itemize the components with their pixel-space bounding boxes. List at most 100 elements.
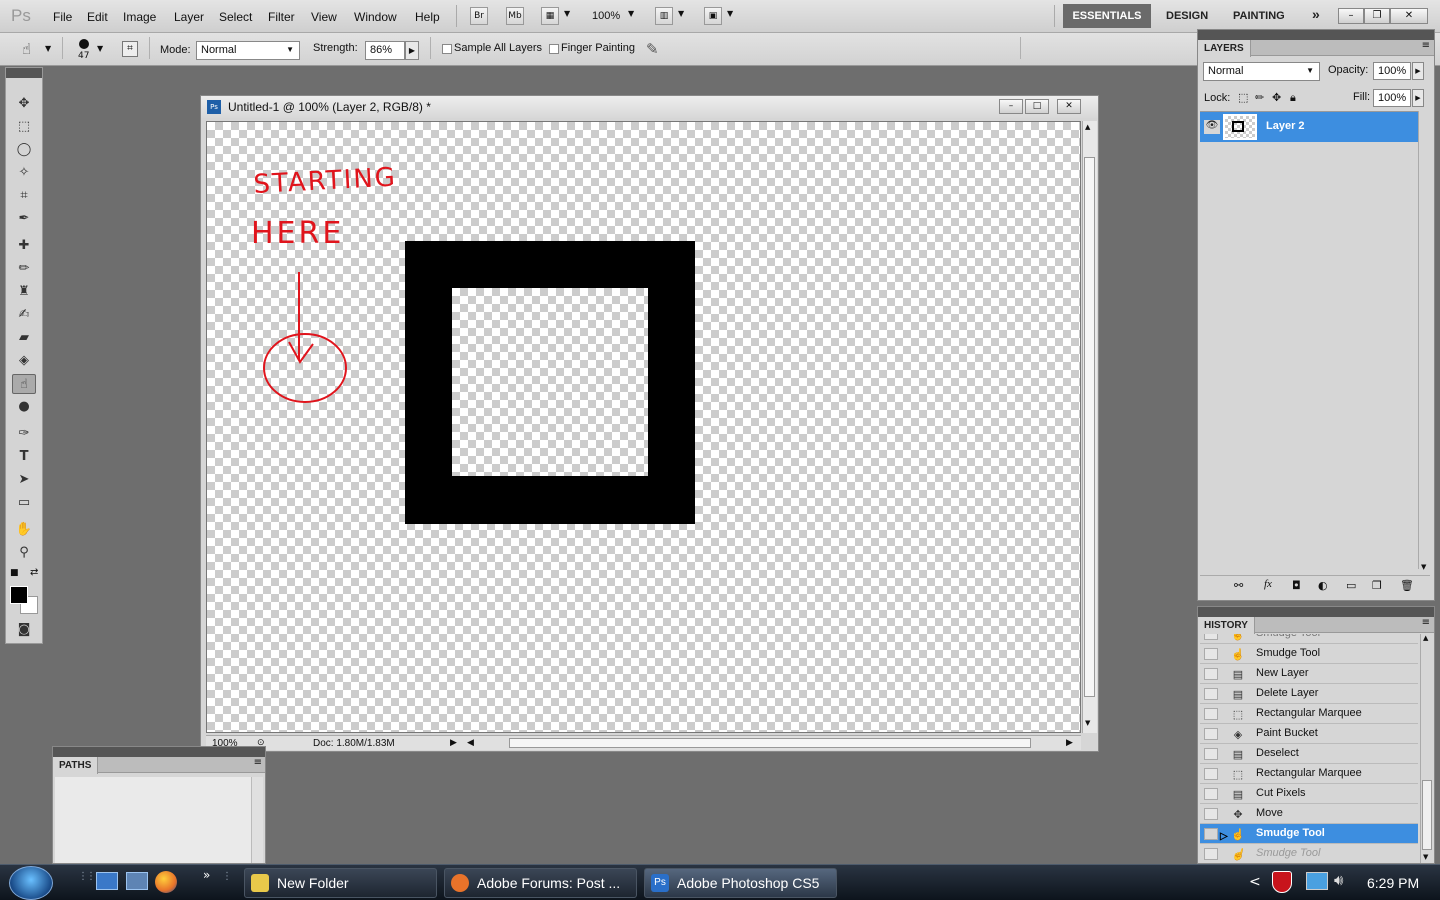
taskbar-item-new-folder[interactable]: New Folder [244, 868, 437, 898]
history-scrollbar[interactable]: ▲ ▼ [1420, 634, 1434, 863]
move-tool-icon[interactable]: ✥ [12, 94, 36, 114]
panel-collapse-bar[interactable] [53, 747, 265, 757]
smudge-tool-preset-icon[interactable]: ☝ [22, 40, 31, 58]
new-layer-icon[interactable]: ❐ [1372, 579, 1382, 592]
antivirus-icon[interactable] [1272, 871, 1292, 893]
firefox-icon[interactable] [155, 871, 177, 893]
opacity-slider-button[interactable]: ▶ [1412, 62, 1424, 80]
paint-bucket-tool-icon[interactable]: ◈ [12, 351, 36, 371]
minimize-button[interactable]: – [1338, 8, 1364, 24]
eye-icon[interactable]: 👁︎ [1204, 120, 1220, 134]
history-item[interactable]: ⬚ Rectangular Marquee [1200, 764, 1418, 784]
status-menu-arrow-icon[interactable]: ▶ [450, 737, 457, 748]
pen-tool-icon[interactable]: ✑ [12, 424, 36, 444]
chevron-down-icon[interactable]: ▼ [45, 44, 51, 53]
foreground-color-swatch[interactable] [10, 586, 28, 604]
history-item[interactable]: ◈ Paint Bucket [1200, 724, 1418, 744]
layer-row[interactable]: 👁︎ Layer 2 [1200, 112, 1418, 142]
scroll-down-icon[interactable]: ▼ [1423, 853, 1428, 861]
workspace-design[interactable]: DESIGN [1166, 10, 1208, 22]
history-brush-tool-icon[interactable]: ✍ [12, 305, 36, 325]
dodge-tool-icon[interactable]: ● [12, 397, 36, 417]
scroll-right-icon[interactable]: ▶ [1066, 737, 1073, 748]
history-snapshot-box[interactable] [1204, 828, 1218, 840]
history-item[interactable]: ▤ Delete Layer [1200, 684, 1418, 704]
tab-layers[interactable]: LAYERS [1198, 40, 1251, 57]
show-desktop-icon[interactable] [96, 872, 118, 890]
history-snapshot-box[interactable] [1204, 728, 1218, 740]
quick-selection-tool-icon[interactable]: ✧ [12, 163, 36, 183]
history-snapshot-box[interactable] [1204, 688, 1218, 700]
taskbar-item-firefox[interactable]: Adobe Forums: Post ... [444, 868, 637, 898]
chevron-down-icon[interactable]: ▼ [727, 9, 733, 18]
history-scroll-thumb[interactable] [1422, 780, 1432, 850]
opacity-input[interactable]: 100% [1373, 62, 1411, 80]
sample-all-layers-checkbox[interactable] [442, 44, 452, 54]
scroll-up-icon[interactable]: ▲ [1085, 123, 1090, 131]
horizontal-scroll-thumb[interactable] [509, 738, 1031, 748]
zoom-level[interactable]: 100% [592, 10, 620, 22]
workspace-painting[interactable]: PAINTING [1233, 10, 1285, 22]
tab-paths[interactable]: PATHS [53, 757, 99, 774]
chevron-down-icon[interactable]: ▼ [628, 9, 634, 18]
switch-windows-icon[interactable] [126, 872, 148, 890]
history-snapshot-box[interactable] [1204, 708, 1218, 720]
layer-name[interactable]: Layer 2 [1266, 120, 1305, 132]
show-hidden-icons-button[interactable]: < [1249, 874, 1261, 890]
strength-input[interactable]: 86% [365, 41, 405, 60]
menu-image[interactable]: Image [123, 10, 156, 24]
history-item[interactable]: ▤ New Layer [1200, 664, 1418, 684]
menu-select[interactable]: Select [219, 10, 252, 24]
panel-collapse-bar[interactable] [6, 68, 42, 78]
lasso-tool-icon[interactable]: ◯ [12, 140, 36, 160]
default-colors-icon[interactable]: ■ [10, 568, 19, 578]
history-item-selected[interactable]: ▷ ☝ Smudge Tool [1200, 824, 1418, 844]
scroll-left-icon[interactable]: ◀ [467, 737, 474, 748]
history-item[interactable]: ☝ Smudge Tool [1200, 644, 1418, 664]
panel-menu-icon[interactable]: ≡ [1422, 40, 1430, 51]
hand-tool-icon[interactable]: ✋ [12, 520, 36, 540]
panel-collapse-bar[interactable] [1198, 607, 1434, 617]
menu-layer[interactable]: Layer [174, 10, 204, 24]
history-snapshot-box[interactable] [1204, 668, 1218, 680]
start-button[interactable] [9, 866, 53, 900]
lock-transparent-icon[interactable]: ⬚ [1238, 91, 1248, 104]
healing-brush-tool-icon[interactable]: ✚ [12, 236, 36, 256]
mini-bridge-button[interactable]: Mb [506, 7, 524, 25]
history-snapshot-box[interactable] [1204, 768, 1218, 780]
canvas[interactable]: STARTING HERE [206, 121, 1081, 733]
network-icon[interactable] [1306, 872, 1328, 890]
history-snapshot-box[interactable] [1204, 748, 1218, 760]
lock-position-icon[interactable]: ✥ [1272, 91, 1281, 104]
arrange-documents-button[interactable]: ▥ [655, 7, 673, 25]
pressure-icon[interactable]: ✎ [646, 40, 659, 58]
chevron-down-icon[interactable]: ▼ [97, 44, 103, 53]
adjustment-layer-icon[interactable]: ◐ [1318, 579, 1328, 592]
marquee-tool-icon[interactable]: ⬚ [12, 117, 36, 137]
history-item[interactable]: ⬚ Rectangular Marquee [1200, 704, 1418, 724]
taskbar-clock[interactable]: 6:29 PM [1367, 875, 1419, 891]
menu-window[interactable]: Window [354, 10, 397, 24]
path-selection-tool-icon[interactable]: ➤ [12, 470, 36, 490]
document-titlebar[interactable]: Ps Untitled-1 @ 100% (Layer 2, RGB/8) * … [201, 96, 1098, 118]
more-workspaces-button[interactable]: » [1312, 6, 1320, 22]
fill-slider-button[interactable]: ▶ [1412, 89, 1424, 107]
brush-preview-icon[interactable] [79, 39, 89, 49]
bridge-button[interactable]: Br [470, 7, 488, 25]
history-snapshot-box[interactable] [1204, 634, 1218, 640]
panel-collapse-bar[interactable] [1198, 30, 1434, 40]
lock-image-icon[interactable]: ✏ [1255, 91, 1264, 104]
crop-tool-icon[interactable]: ⌗ [12, 186, 36, 206]
lock-all-icon[interactable]: 🔒︎ [1290, 91, 1296, 105]
panel-menu-icon[interactable]: ≡ [1422, 617, 1430, 628]
doc-minimize-button[interactable]: – [999, 99, 1023, 114]
menu-help[interactable]: Help [415, 10, 440, 24]
volume-icon[interactable]: 🔊︎ [1334, 871, 1343, 889]
new-group-icon[interactable]: ▭ [1346, 579, 1356, 592]
layers-scrollbar[interactable]: ▼ [1418, 111, 1432, 571]
layer-mask-icon[interactable]: ◘ [1292, 579, 1301, 592]
menu-view[interactable]: View [311, 10, 337, 24]
vertical-scroll-thumb[interactable] [1084, 157, 1095, 697]
link-layers-icon[interactable]: ⚯ [1234, 579, 1243, 592]
quick-mask-icon[interactable]: ◙ [12, 620, 36, 640]
